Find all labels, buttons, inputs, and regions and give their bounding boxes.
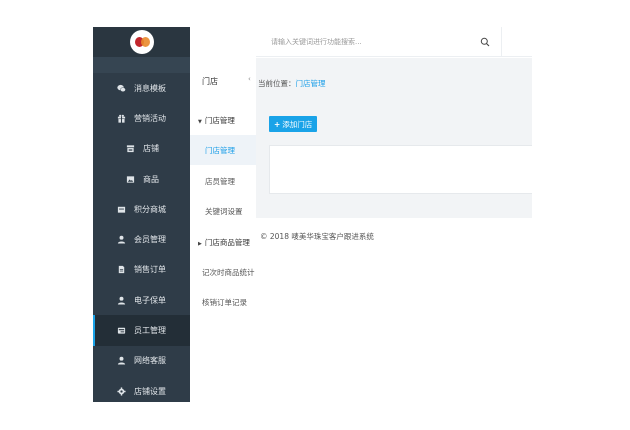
add-store-button[interactable]: + 添加门店 xyxy=(269,116,318,132)
sidebar-item-marketing[interactable]: 营销活动 xyxy=(93,103,190,133)
user-icon xyxy=(115,296,127,305)
caret-down-icon: ▼ xyxy=(198,119,202,125)
search-input[interactable]: 请输入关键词进行功能搜索... xyxy=(271,37,362,47)
search-icon xyxy=(480,37,490,47)
submenu-item-clerk-management[interactable]: 店员管理 xyxy=(190,166,256,196)
sidebar: 消息模板 营销活动 店铺 商品 积分商城 会员管理 销售订单 电子保单 员工管理… xyxy=(93,27,190,402)
wallet-icon xyxy=(115,205,127,214)
breadcrumb-link[interactable]: 门店管理 xyxy=(296,79,326,88)
sidebar-spacer xyxy=(93,57,190,73)
submenu-item-verify-orders[interactable]: 核销订单记录 xyxy=(190,287,256,317)
staff-icon xyxy=(115,326,127,335)
sidebar-item-label: 店铺设置 xyxy=(134,386,166,396)
footer: © 2018 唛美华珠宝客户跟进系统 xyxy=(256,218,532,402)
submenu-group-label: 门店管理 xyxy=(204,116,235,125)
sidebar-item-store-settings[interactable]: 店铺设置 xyxy=(93,376,190,402)
gift-icon xyxy=(115,114,127,123)
submenu-item-count-goods-stats[interactable]: 记次时商品统计 xyxy=(190,257,256,287)
wechat-icon xyxy=(115,84,127,93)
sidebar-item-goods[interactable]: 商品 xyxy=(93,164,190,194)
copyright-text: © 2018 唛美华珠宝客户跟进系统 xyxy=(260,232,374,241)
sidebar-item-members[interactable]: 会员管理 xyxy=(93,224,190,254)
main-content: 当前位置：门店管理 + 添加门店 © 2018 唛美华珠宝客户跟进系统 xyxy=(256,58,532,402)
sidebar-item-online-service[interactable]: 网络客服 xyxy=(93,346,190,376)
plus-icon: + xyxy=(274,119,281,129)
breadcrumb: 当前位置：门店管理 xyxy=(258,78,326,89)
sidebar-item-label: 商品 xyxy=(143,174,159,184)
gear-icon xyxy=(115,387,127,396)
store-list-panel xyxy=(269,145,532,194)
sidebar-item-label: 积分商城 xyxy=(134,204,166,214)
sidebar-item-sales-orders[interactable]: 销售订单 xyxy=(93,255,190,285)
sidebar-item-label: 网络客服 xyxy=(134,356,166,366)
add-store-label: 添加门店 xyxy=(282,119,313,129)
sidebar-item-label: 营销活动 xyxy=(134,113,166,123)
sidebar-item-label: 销售订单 xyxy=(134,265,166,275)
sidebar-item-message-template[interactable]: 消息模板 xyxy=(93,73,190,103)
submenu-item-store-management[interactable]: 门店管理 xyxy=(190,135,256,165)
sidebar-item-staff[interactable]: 员工管理 xyxy=(93,315,190,346)
sidebar-item-label: 员工管理 xyxy=(134,326,166,336)
sidebar-item-store[interactable]: 店铺 xyxy=(93,134,190,164)
collapse-arrow-icon[interactable]: ‹ xyxy=(248,75,251,83)
submenu-group-store-goods[interactable]: ▶ 门店商品管理 xyxy=(198,237,250,248)
store-icon xyxy=(124,144,136,153)
logo[interactable] xyxy=(129,30,154,54)
sidebar-item-label: 店铺 xyxy=(143,144,159,154)
sidebar-item-points-mall[interactable]: 积分商城 xyxy=(93,194,190,224)
submenu-title: 门店 xyxy=(202,77,218,86)
submenu-group-label: 门店商品管理 xyxy=(204,238,250,247)
search-button[interactable] xyxy=(480,37,490,49)
image-icon xyxy=(124,175,136,184)
submenu-item-keyword-settings[interactable]: 关键词设置 xyxy=(190,196,256,226)
document-icon xyxy=(115,265,127,274)
sidebar-item-label: 消息模板 xyxy=(134,83,166,93)
submenu: 门店 ‹ ▼ 门店管理 门店管理 店员管理 关键词设置 ▶ 门店商品管理 记次时商品… xyxy=(190,27,256,402)
sidebar-item-e-policy[interactable]: 电子保单 xyxy=(93,285,190,315)
logo-area xyxy=(93,27,190,57)
sidebar-item-label: 电子保单 xyxy=(134,295,166,305)
submenu-group-store-management[interactable]: ▼ 门店管理 xyxy=(198,115,235,126)
caret-right-icon: ▶ xyxy=(198,241,202,247)
breadcrumb-prefix: 当前位置： xyxy=(258,79,296,88)
user-icon xyxy=(115,235,127,244)
sidebar-item-label: 会员管理 xyxy=(134,235,166,245)
header-divider xyxy=(501,27,502,57)
user-icon xyxy=(115,356,127,365)
